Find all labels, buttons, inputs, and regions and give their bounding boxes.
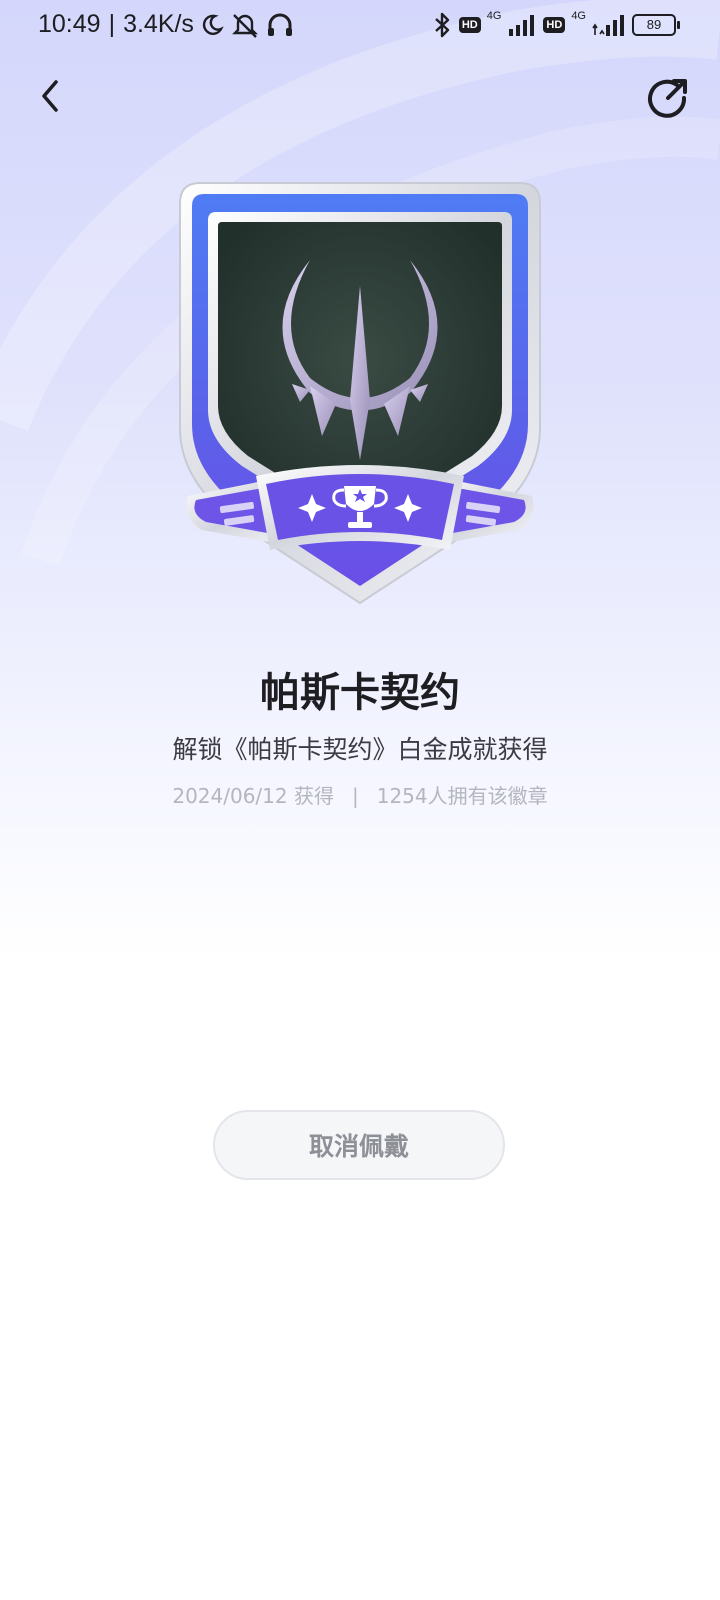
status-time: 10:49: [38, 10, 101, 38]
sim2-network-type: 4G: [571, 10, 586, 22]
bluetooth-icon: [431, 12, 453, 38]
sim2-hd-badge: HD: [543, 17, 566, 33]
status-separator: |: [108, 10, 116, 38]
sim2-signal-icon: [592, 14, 626, 36]
sim1-hd-badge: HD: [458, 17, 481, 33]
back-button[interactable]: [30, 76, 70, 116]
badge-description: 解锁《帕斯卡契约》白金成就获得: [172, 735, 548, 764]
sim1-signal-icon: [507, 14, 537, 36]
meta-divider: |: [351, 784, 359, 808]
achievement-badge: [179, 182, 541, 605]
battery-indicator: 89: [632, 14, 680, 36]
badge-meta: 2024/06/12 获得 | 1254人拥有该徽章: [0, 780, 720, 809]
headphones-icon: [266, 12, 294, 38]
badge-owner-count: 1254人拥有该徽章: [376, 784, 548, 808]
sim1-network-type: 4G: [486, 10, 502, 22]
share-button[interactable]: [646, 76, 690, 120]
status-bar: 10:49 | 3.4K/s HD 4G HD 4G 89: [0, 0, 720, 56]
status-network-speed: 3.4K/s: [123, 10, 194, 38]
cancel-wear-button[interactable]: 取消佩戴: [213, 1110, 505, 1180]
alarm-muted-icon: [230, 12, 260, 38]
badge-earned-date: 2024/06/12 获得: [172, 784, 334, 808]
share-icon: [648, 79, 687, 118]
badge-title: 帕斯卡契约: [260, 670, 460, 716]
moon-icon: [200, 13, 224, 37]
chevron-left-icon: [42, 80, 58, 112]
